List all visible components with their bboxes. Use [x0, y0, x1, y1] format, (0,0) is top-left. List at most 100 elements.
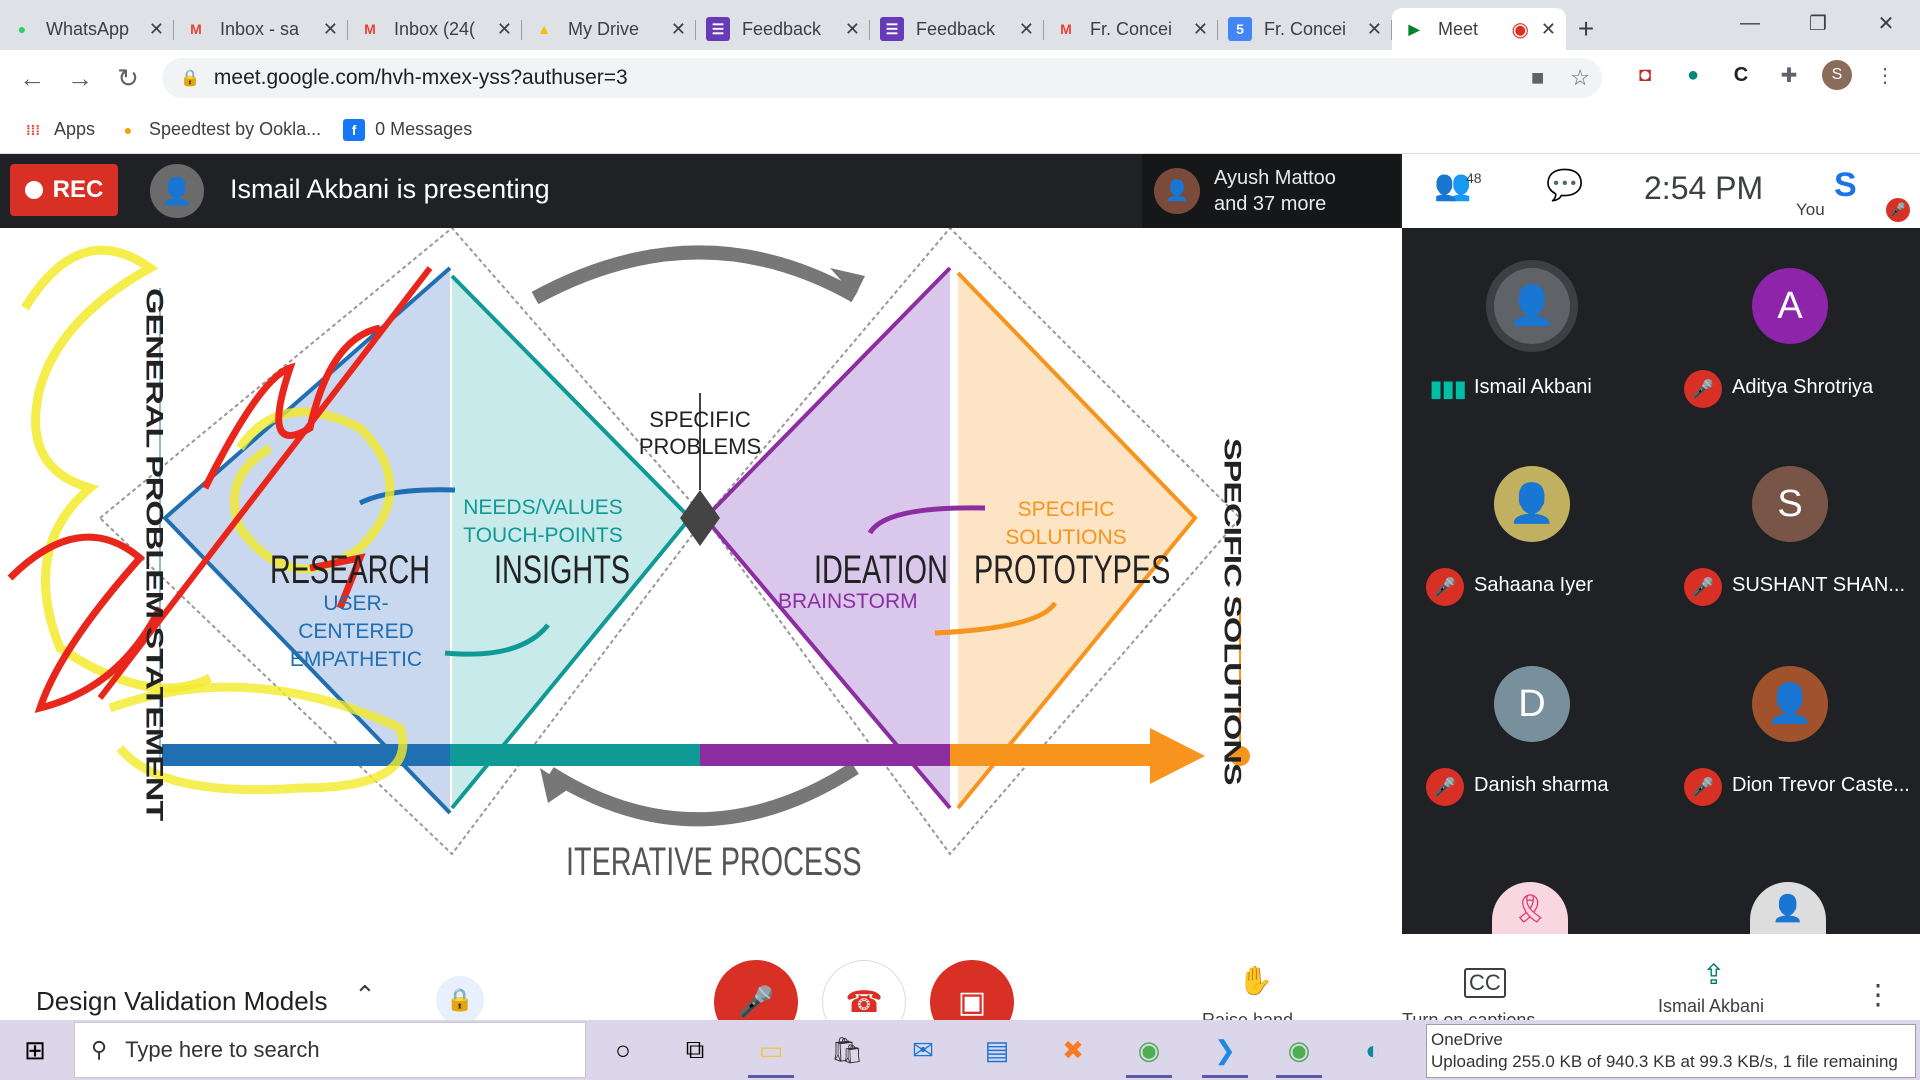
tab-feedback-1[interactable]: ☰ Feedback ✕ — [696, 8, 870, 50]
onedrive-upload-toast[interactable]: OneDrive Uploading 255.0 KB of 940.3 KB … — [1426, 1024, 1916, 1078]
puzzle-icon[interactable]: ✚ — [1774, 60, 1804, 90]
chrome-profile-2-icon[interactable]: ◉ — [1270, 1028, 1328, 1078]
reload-button[interactable]: ↻ — [104, 54, 152, 102]
research-sublabel: USER-CENTERED EMPATHETIC — [289, 592, 423, 671]
extensions-area: ◘ ● C ✚ S ⋮ — [1630, 60, 1900, 90]
restore-icon[interactable]: ❐ — [1784, 0, 1852, 46]
more-options-icon[interactable]: ⋮ — [1864, 978, 1892, 1011]
participant-avatar-partial[interactable]: 👤 — [1750, 882, 1826, 934]
speedtest-icon: ● — [123, 121, 133, 138]
phase-deliver-bar — [950, 744, 1155, 766]
edge-icon[interactable]: ◐ — [1344, 1028, 1402, 1072]
url-bar[interactable]: 🔒 meet.google.com/hvh-mxex-yss?authuser=… — [162, 58, 1602, 98]
tab-whatsapp[interactable]: ● WhatsApp ✕ — [0, 8, 174, 50]
minimize-icon[interactable]: — — [1716, 0, 1784, 46]
tab-my-drive[interactable]: ▲ My Drive ✕ — [522, 8, 696, 50]
new-tab-button[interactable]: + — [1566, 8, 1606, 50]
iterative-arrow-top — [531, 245, 859, 305]
presenter-avatar: 👤 — [150, 164, 204, 218]
profile-avatar[interactable]: S — [1822, 60, 1852, 90]
store-icon[interactable]: 🛍 — [818, 1028, 876, 1072]
windows-start-icon[interactable]: ⊞ — [0, 1020, 70, 1080]
tab-gmail-inbox-1[interactable]: M Inbox - sa ✕ — [174, 8, 348, 50]
forms-icon: ☰ — [706, 17, 730, 41]
drive-icon: ▲ — [537, 21, 551, 37]
news-app-icon[interactable]: ▤ — [968, 1028, 1026, 1072]
phase-define-label: DEFINE — [534, 918, 601, 934]
participant-tile[interactable]: 👤 🎤 Sahaana Iyer — [1412, 446, 1652, 626]
present-screen-icon[interactable]: ⇪ — [1702, 958, 1725, 991]
close-tab-icon[interactable]: ✕ — [1019, 19, 1034, 40]
other-participants-chip[interactable]: 👤 Ayush Mattoo and 37 more — [1142, 154, 1400, 228]
whatsapp-icon: ● — [17, 21, 27, 37]
participant-tile[interactable]: 👤 🎤 Dion Trevor Caste... — [1670, 646, 1910, 826]
bookmark-speedtest[interactable]: ● Speedtest by Ookla... — [117, 119, 321, 141]
participant-avatar: S — [1752, 466, 1828, 542]
presenting-user-label[interactable]: Ismail Akbani — [1658, 996, 1764, 1017]
chevron-up-icon[interactable]: ⌃ — [354, 980, 376, 1011]
chrome-profile-1-icon[interactable]: ◉ — [1120, 1028, 1178, 1078]
host-controls-shield-icon[interactable]: 🔒 — [436, 976, 484, 1024]
tab-fr-concei-1[interactable]: M Fr. Concei ✕ — [1044, 8, 1218, 50]
close-tab-icon[interactable]: ✕ — [497, 19, 512, 40]
cortana-icon[interactable]: ○ — [594, 1028, 652, 1072]
close-tab-icon[interactable]: ✕ — [845, 19, 860, 40]
captions-icon[interactable]: CC — [1464, 968, 1506, 998]
mail-icon[interactable]: ✉ — [894, 1028, 952, 1072]
participant-count: 48 — [1466, 170, 1482, 186]
close-window-icon[interactable]: ✕ — [1852, 0, 1920, 46]
close-tab-icon[interactable]: ✕ — [149, 19, 164, 40]
tab-meet[interactable]: ▶ Meet ◉ ✕ — [1392, 8, 1566, 50]
close-tab-icon[interactable]: ✕ — [1367, 19, 1382, 40]
raise-hand-icon[interactable]: ✋ — [1238, 964, 1273, 997]
mic-off-icon: 🎤 — [1426, 568, 1464, 606]
extension-meet-icon[interactable]: ● — [1678, 60, 1708, 90]
participant-tile[interactable]: S 🎤 SUSHANT SHAN... — [1670, 446, 1910, 626]
extension-c-icon[interactable]: C — [1726, 60, 1756, 90]
back-button[interactable]: ← — [8, 54, 56, 102]
gmail-icon: M — [190, 21, 202, 37]
close-tab-icon[interactable]: ✕ — [1193, 19, 1208, 40]
ideation-label: IDEATION — [814, 548, 948, 592]
camera-off-icon: ▣ — [957, 985, 987, 1019]
facebook-icon: f — [343, 118, 366, 141]
close-tab-icon[interactable]: ✕ — [1541, 19, 1556, 40]
specific-solutions-label: SPECIFIC SOLUTIONS — [1218, 438, 1247, 785]
mic-off-icon: 🎤 — [737, 985, 775, 1019]
participant-tile[interactable]: A 🎤 Aditya Shrotriya — [1670, 248, 1910, 428]
meeting-title[interactable]: Design Validation Models — [36, 986, 327, 1017]
chat-icon[interactable]: 💬 — [1546, 168, 1583, 203]
camera-icon[interactable]: ■ — [1531, 65, 1544, 91]
star-icon[interactable]: ☆ — [1570, 65, 1590, 91]
participant-avatar: D — [1494, 666, 1570, 742]
tab-fr-concei-2[interactable]: 5 Fr. Concei ✕ — [1218, 8, 1392, 50]
yellow-scribble-left — [21, 245, 213, 693]
bookmark-messages[interactable]: f0 Messages — [343, 118, 472, 141]
participant-tile[interactable]: D 🎤 Danish sharma — [1412, 646, 1652, 826]
file-explorer-icon[interactable]: ▭ — [742, 1028, 800, 1078]
record-dot-icon — [24, 181, 43, 199]
bookmark-apps[interactable]: ⁞⁞⁞ Apps — [22, 119, 95, 141]
recording-badge[interactable]: REC — [10, 164, 118, 216]
meet-icon: ▶ — [1408, 20, 1420, 37]
toast-title: OneDrive — [1431, 1030, 1503, 1049]
tab-feedback-2[interactable]: ☰ Feedback ✕ — [870, 8, 1044, 50]
xampp-icon[interactable]: ✖ — [1044, 1028, 1102, 1072]
participant-tile[interactable]: 👤 ▮▮▮ Ismail Akbani — [1412, 248, 1652, 428]
ideation-triangle — [705, 268, 950, 808]
participant-avatar-partial[interactable]: 🎗 — [1492, 882, 1568, 934]
forward-button[interactable]: → — [56, 54, 104, 102]
brainstorm-label: BRAINSTORM — [778, 590, 918, 613]
task-view-icon[interactable]: ⧉ — [666, 1028, 724, 1072]
extension-mcafee-icon[interactable]: ◘ — [1630, 60, 1660, 90]
tab-gmail-inbox-2[interactable]: M Inbox (24(✕ — [348, 8, 522, 50]
center-diamond — [680, 490, 720, 546]
taskbar-search-input[interactable]: ⚲ Type here to search — [74, 1022, 586, 1078]
iterative-process-label: ITERATIVE PROCESS — [566, 840, 862, 884]
close-tab-icon[interactable]: ✕ — [671, 19, 686, 40]
close-tab-icon[interactable]: ✕ — [323, 19, 338, 40]
menu-kebab-icon[interactable]: ⋮ — [1870, 60, 1900, 90]
participant-avatar: 👤 — [1494, 466, 1570, 542]
phase-define-bar — [450, 744, 700, 766]
vscode-icon[interactable]: ❯ — [1196, 1028, 1254, 1078]
